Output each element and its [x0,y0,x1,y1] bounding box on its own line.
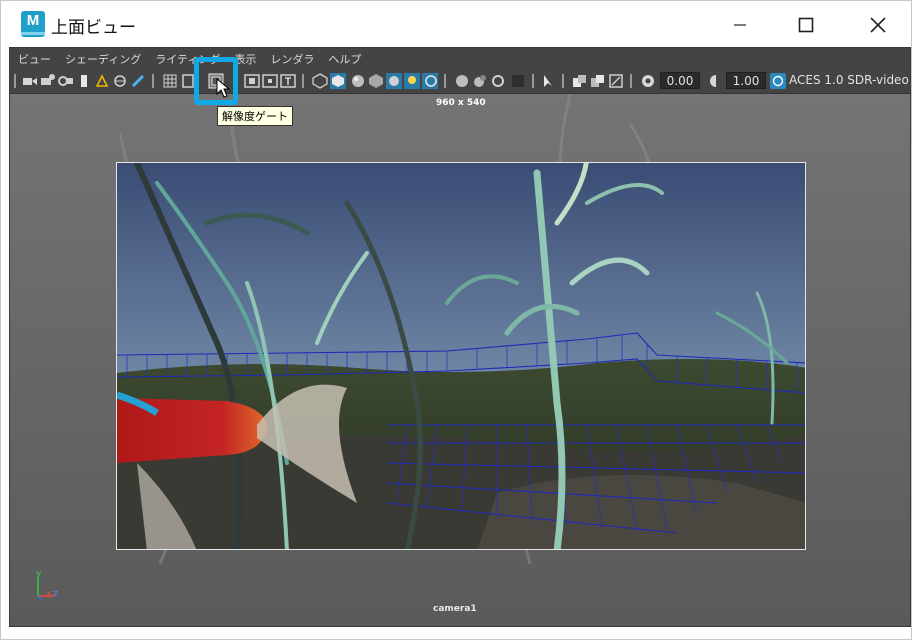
gamma-field[interactable]: 1.00 [726,72,766,89]
gate-mask-icon[interactable] [244,73,260,89]
axis-z-label: z [53,589,58,599]
model-panel: ビュー シェーディング ライティング 表示 レンダラ ヘルプ 0.00 1.00… [9,47,911,627]
mouse-cursor-icon [216,78,230,98]
window-title: 上面ビュー [51,18,136,38]
screen-space-ao-icon[interactable] [422,73,438,89]
grease-pencil-icon[interactable] [112,73,128,89]
axis-x-label: x [46,589,52,599]
exposure-icon[interactable] [640,73,656,89]
xray-icon[interactable] [540,73,556,89]
xray-active-icon[interactable] [590,73,606,89]
grid-icon[interactable] [162,73,178,89]
shadows-icon[interactable] [404,73,420,89]
panel-toolbar: 0.00 1.00 ACES 1.0 SDR-video [10,69,910,94]
toolbar-separator [152,74,154,88]
toolbar-separator [630,74,632,88]
menu-help[interactable]: ヘルプ [328,51,361,67]
wireframe-icon[interactable] [312,73,328,89]
maximize-button[interactable] [783,9,829,41]
minimize-button[interactable] [717,9,763,41]
menu-shading[interactable]: シェーディング [65,51,141,67]
view-transform-icon[interactable] [770,73,786,89]
safe-title-icon[interactable] [280,73,296,89]
resolution-gate-frame [116,162,806,550]
toolbar-separator [14,74,16,88]
color-space-label[interactable]: ACES 1.0 SDR-video [789,73,909,87]
maya-app-icon: M [21,11,45,37]
camera-attributes-icon[interactable] [40,73,56,89]
axis-y-label: y [36,569,42,579]
panel-menubar: ビュー シェーディング ライティング 表示 レンダラ ヘルプ [10,48,910,69]
exposure-field[interactable]: 0.00 [660,72,700,89]
textured-icon[interactable] [368,73,384,89]
menu-view[interactable]: ビュー [18,51,51,67]
image-plane-icon[interactable] [76,73,92,89]
2d-pan-zoom-icon[interactable] [94,73,110,89]
smooth-shade-icon[interactable] [330,73,346,89]
toolbar-separator [562,74,564,88]
pencil-icon[interactable] [130,73,146,89]
backface-culling-icon[interactable] [608,73,624,89]
depth-of-field-icon[interactable] [490,73,506,89]
render-scene [117,163,805,549]
multisample-aa-icon[interactable] [472,73,488,89]
title-bar: M 上面ビュー [1,1,911,47]
toolbar-separator [302,74,304,88]
camera-label: camera1 [433,604,477,614]
use-all-lights-icon[interactable] [386,73,402,89]
menu-renderer[interactable]: レンダラ [270,51,314,67]
xray-joints-icon[interactable] [572,73,588,89]
bookmark-icon[interactable] [58,73,74,89]
motion-blur-icon[interactable] [454,73,470,89]
viewport[interactable]: 960 x 540 y x z camera1 [10,94,910,626]
app-window: M 上面ビュー ビュー シェーディング ライティング 表示 レンダラ ヘルプ 0… [0,0,912,640]
close-button[interactable] [855,9,901,41]
toolbar-separator [444,74,446,88]
default-material-icon[interactable] [350,73,366,89]
toolbar-separator [532,74,534,88]
gamma-icon[interactable] [708,73,724,89]
isolate-select-icon[interactable] [510,73,526,89]
resolution-label: 960 x 540 [436,98,486,108]
camera-select-icon[interactable] [22,73,38,89]
tooltip: 解像度ゲート [217,106,293,126]
field-chart-icon[interactable] [262,73,278,89]
